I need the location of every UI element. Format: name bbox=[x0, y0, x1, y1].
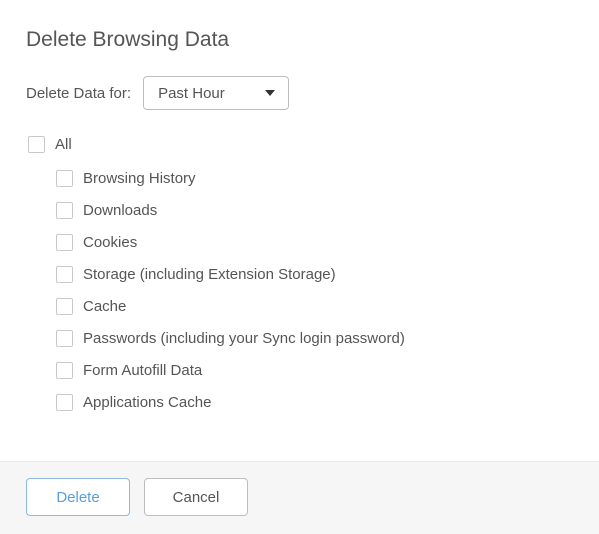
dialog-title: Delete Browsing Data bbox=[26, 28, 573, 52]
checkbox-row: Cookies bbox=[56, 226, 573, 258]
sub-checkbox-list: Browsing History Downloads Cookies Stora… bbox=[56, 162, 573, 418]
checkbox-cache[interactable] bbox=[56, 298, 73, 315]
checkbox-row: Storage (including Extension Storage) bbox=[56, 258, 573, 290]
checkbox-label[interactable]: Passwords (including your Sync login pas… bbox=[83, 330, 405, 347]
checkbox-browsing-history[interactable] bbox=[56, 170, 73, 187]
checkbox-all[interactable] bbox=[28, 136, 45, 153]
checkbox-list: All Browsing History Downloads Cookies bbox=[28, 128, 573, 418]
checkbox-row-all: All bbox=[28, 128, 573, 160]
cancel-button[interactable]: Cancel bbox=[144, 478, 248, 516]
time-range-selected: Past Hour bbox=[158, 85, 225, 102]
checkbox-row: Applications Cache bbox=[56, 386, 573, 418]
checkbox-label[interactable]: Cache bbox=[83, 298, 126, 315]
checkbox-applications-cache[interactable] bbox=[56, 394, 73, 411]
checkbox-label[interactable]: Cookies bbox=[83, 234, 137, 251]
checkbox-label[interactable]: Form Autofill Data bbox=[83, 362, 202, 379]
checkbox-label[interactable]: Applications Cache bbox=[83, 394, 211, 411]
delete-button[interactable]: Delete bbox=[26, 478, 130, 516]
time-range-label: Delete Data for: bbox=[26, 85, 131, 102]
time-range-select[interactable]: Past Hour bbox=[143, 76, 289, 110]
dialog-footer: Delete Cancel bbox=[0, 461, 599, 534]
checkbox-cookies[interactable] bbox=[56, 234, 73, 251]
chevron-down-icon bbox=[264, 89, 276, 97]
checkbox-passwords[interactable] bbox=[56, 330, 73, 347]
checkbox-row: Passwords (including your Sync login pas… bbox=[56, 322, 573, 354]
checkbox-row: Browsing History bbox=[56, 162, 573, 194]
checkbox-label[interactable]: Downloads bbox=[83, 202, 157, 219]
checkbox-row: Cache bbox=[56, 290, 573, 322]
time-range-row: Delete Data for: Past Hour bbox=[26, 76, 573, 110]
checkbox-storage[interactable] bbox=[56, 266, 73, 283]
checkbox-label[interactable]: Browsing History bbox=[83, 170, 196, 187]
checkbox-label[interactable]: Storage (including Extension Storage) bbox=[83, 266, 336, 283]
checkbox-form-autofill[interactable] bbox=[56, 362, 73, 379]
checkbox-label-all[interactable]: All bbox=[55, 136, 72, 153]
dialog-content: Delete Browsing Data Delete Data for: Pa… bbox=[0, 0, 599, 461]
checkbox-row: Form Autofill Data bbox=[56, 354, 573, 386]
checkbox-row: Downloads bbox=[56, 194, 573, 226]
checkbox-downloads[interactable] bbox=[56, 202, 73, 219]
delete-browsing-data-dialog: Delete Browsing Data Delete Data for: Pa… bbox=[0, 0, 599, 534]
